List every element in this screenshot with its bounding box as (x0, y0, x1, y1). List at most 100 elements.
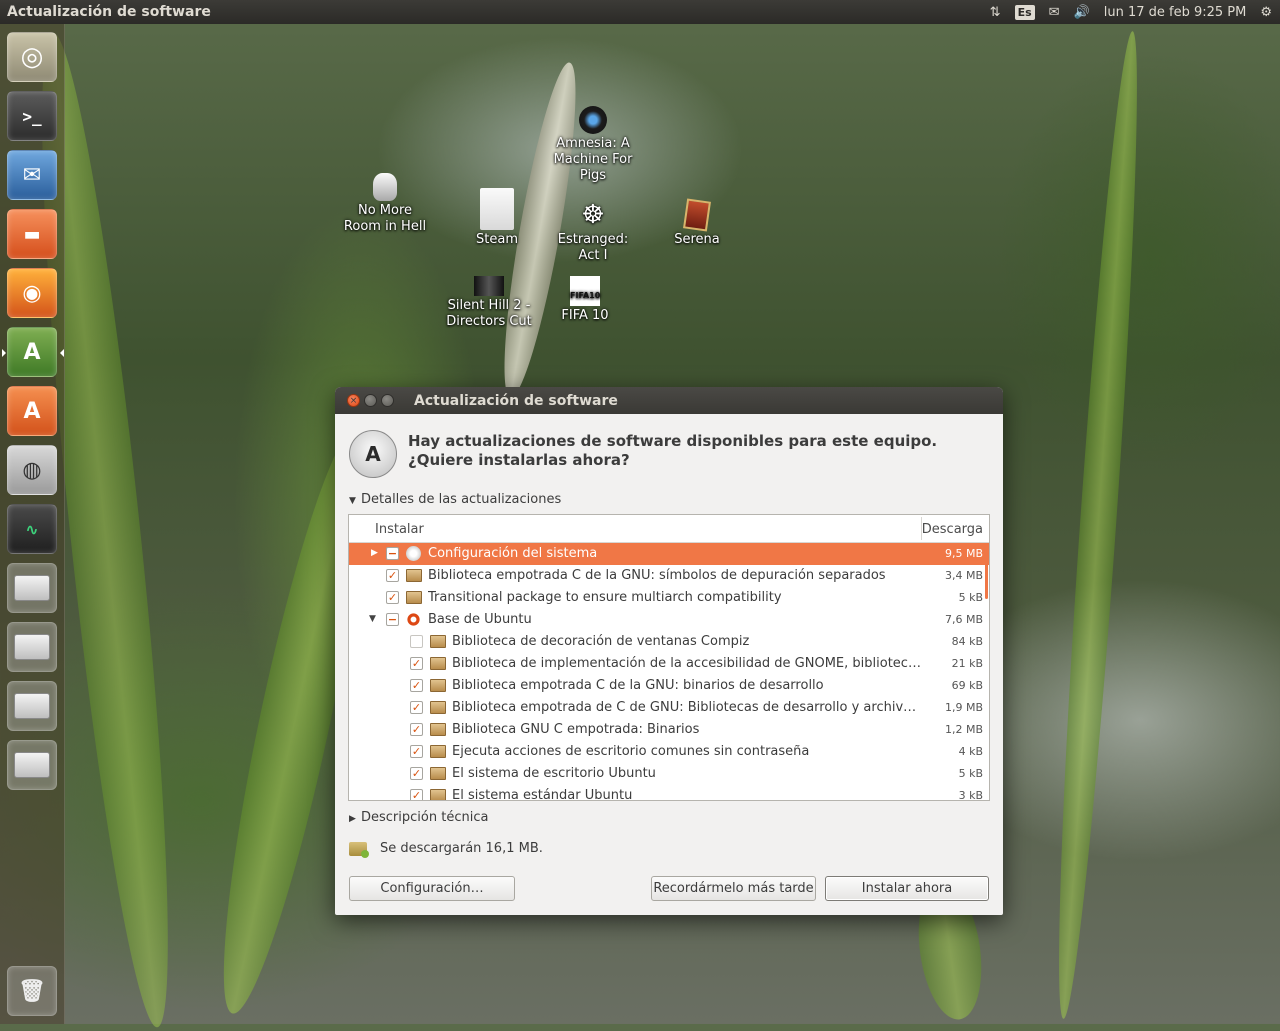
checkbox[interactable]: − (386, 613, 399, 626)
system-monitor-icon[interactable]: ∿ (7, 504, 57, 554)
files-icon[interactable]: ▬ (7, 209, 57, 259)
drive-icon[interactable] (7, 622, 57, 672)
desktop-icon-label: Serena (674, 232, 720, 247)
terminal-icon[interactable]: >_ (7, 91, 57, 141)
row-size: 4 kB (958, 745, 983, 758)
install-now-button[interactable]: Instalar ahora (825, 876, 989, 901)
table-row[interactable]: ✓ Biblioteca de implementación de la acc… (349, 653, 989, 675)
table-row[interactable]: Biblioteca de decoración de ventanas Com… (349, 631, 989, 653)
drive-icon[interactable] (7, 563, 57, 613)
desktop-icon-estranged[interactable]: ☸ Estranged: Act I (548, 200, 638, 264)
close-icon[interactable]: × (347, 394, 360, 407)
checkbox[interactable] (410, 635, 423, 648)
table-row[interactable]: ▶ − Configuración del sistema 9,5 MB (349, 543, 989, 565)
package-icon (430, 789, 446, 800)
active-app-title: Actualización de software (7, 4, 211, 20)
row-size: 84 kB (951, 635, 983, 648)
checkbox[interactable]: ✓ (410, 701, 423, 714)
maximize-icon[interactable] (381, 394, 394, 407)
amnesia-eye-icon (579, 106, 607, 134)
table-scrollbar[interactable] (985, 543, 988, 599)
checkbox[interactable]: ✓ (410, 657, 423, 670)
checkbox[interactable]: ✓ (386, 591, 399, 604)
volume-icon[interactable]: 🔊 (1074, 5, 1090, 20)
row-name: Ejecuta acciones de escritorio comunes s… (452, 744, 810, 759)
desktop-icon-steam[interactable]: Steam (452, 188, 542, 248)
software-center-icon[interactable]: A (7, 386, 57, 436)
table-row[interactable]: ✓ Transitional package to ensure multiar… (349, 587, 989, 609)
updates-table[interactable]: Instalar Descarga ▶ − Configuración del … (348, 514, 990, 801)
checkbox[interactable]: ✓ (410, 745, 423, 758)
package-icon (430, 679, 446, 692)
indicator-area: ⇅ Es ✉ 🔊 lun 17 de feb 9:25 PM ⚙ (990, 0, 1272, 24)
drive-icon[interactable] (7, 681, 57, 731)
checkbox[interactable]: ✓ (410, 679, 423, 692)
desktop-icon-label: Silent Hill 2 - Directors Cut (446, 298, 532, 329)
trash-icon[interactable]: 🗑 (7, 966, 57, 1016)
firefox-icon[interactable]: ◉ (7, 268, 57, 318)
column-header-download[interactable]: Descarga (922, 522, 983, 537)
blank-file-icon (480, 188, 514, 230)
desktop-icon-amnesia[interactable]: Amnesia: A Machine For Pigs (548, 106, 638, 184)
tech-description-expander[interactable]: ▶ Descripción técnica (349, 810, 488, 825)
row-name: El sistema de escritorio Ubuntu (452, 766, 656, 781)
row-name: Biblioteca GNU C empotrada: Binarios (452, 722, 700, 737)
table-row[interactable]: ✓ El sistema estándar Ubuntu 3 kB (349, 785, 989, 801)
package-icon (406, 569, 422, 582)
minimize-icon[interactable] (364, 394, 377, 407)
package-icon (430, 635, 446, 648)
package-icon (430, 745, 446, 758)
table-row[interactable]: ✓ Biblioteca empotrada C de la GNU: símb… (349, 565, 989, 587)
row-name: El sistema estándar Ubuntu (452, 788, 633, 801)
keyboard-layout-indicator[interactable]: Es (1014, 4, 1035, 20)
gear-icon[interactable]: ⚙ (1260, 5, 1272, 20)
row-size: 1,2 MB (944, 723, 983, 736)
desktop-icon-label: FIFA 10 (561, 308, 609, 323)
ubuntu-dash-icon[interactable]: ◎ (7, 32, 57, 82)
checkbox[interactable]: ✓ (410, 789, 423, 800)
camera-icon[interactable]: ◍ (7, 445, 57, 495)
table-row[interactable]: ✓ Biblioteca empotrada C de la GNU: bina… (349, 675, 989, 697)
table-row[interactable]: ✓ El sistema de escritorio Ubuntu 5 kB (349, 763, 989, 785)
desktop-icon-label: Estranged: Act I (557, 232, 629, 263)
collapse-arrow-icon[interactable]: ▼ (369, 614, 376, 624)
painting-icon (683, 198, 711, 232)
checkbox[interactable]: ✓ (410, 767, 423, 780)
desktop-icon-serena[interactable]: Serena (652, 198, 742, 248)
desktop-icon-silent-hill-2[interactable]: Silent Hill 2 - Directors Cut (444, 276, 534, 330)
expand-arrow-icon[interactable]: ▶ (371, 548, 378, 558)
table-row[interactable]: ▼ − Base de Ubuntu 7,6 MB (349, 609, 989, 631)
details-expander[interactable]: ▼ Detalles de las actualizaciones (349, 492, 561, 507)
column-header-install[interactable]: Instalar (375, 522, 424, 537)
drive-icon[interactable] (7, 740, 57, 790)
expander-open-icon: ▼ (349, 496, 356, 506)
dialog-titlebar[interactable]: × Actualización de software (335, 387, 1003, 414)
software-updater-icon: A (349, 430, 397, 478)
row-size: 9,5 MB (944, 547, 983, 560)
package-icon (430, 723, 446, 736)
checkbox[interactable]: ✓ (386, 569, 399, 582)
software-updater-dialog: × Actualización de software A Hay actual… (335, 387, 1003, 915)
row-name: Biblioteca empotrada C de la GNU: símbol… (428, 568, 886, 583)
mail-icon[interactable]: ✉ (1049, 5, 1060, 20)
top-panel: Actualización de software ⇅ Es ✉ 🔊 lun 1… (0, 0, 1280, 24)
table-row[interactable]: ✓ Ejecuta acciones de escritorio comunes… (349, 741, 989, 763)
desktop-icon-no-more-room-in-hell[interactable]: No More Room in Hell (340, 173, 430, 235)
checkbox[interactable]: − (386, 547, 399, 560)
desktop-icon-label: Amnesia: A Machine For Pigs (553, 136, 633, 183)
remind-later-button[interactable]: Recordármelo más tarde (651, 876, 816, 901)
row-size: 7,6 MB (944, 613, 983, 626)
row-name: Biblioteca de implementación de la acces… (452, 656, 922, 671)
network-arrows-icon[interactable]: ⇅ (990, 5, 1001, 20)
software-updater-icon[interactable]: A (2, 327, 64, 377)
row-name: Biblioteca de decoración de ventanas Com… (452, 634, 750, 649)
table-row[interactable]: ✓ Biblioteca GNU C empotrada: Binarios 1… (349, 719, 989, 741)
checkbox[interactable]: ✓ (410, 723, 423, 736)
desktop-icon-fifa-10[interactable]: FIFA10 FIFA 10 (540, 276, 630, 324)
settings-button[interactable]: Configuración… (349, 876, 515, 901)
table-row[interactable]: ✓ Biblioteca empotrada de C de GNU: Bibl… (349, 697, 989, 719)
thunderbird-icon[interactable]: ✉ (7, 150, 57, 200)
clock[interactable]: lun 17 de feb 9:25 PM (1104, 5, 1247, 20)
download-package-icon (349, 842, 369, 858)
package-icon (430, 657, 446, 670)
